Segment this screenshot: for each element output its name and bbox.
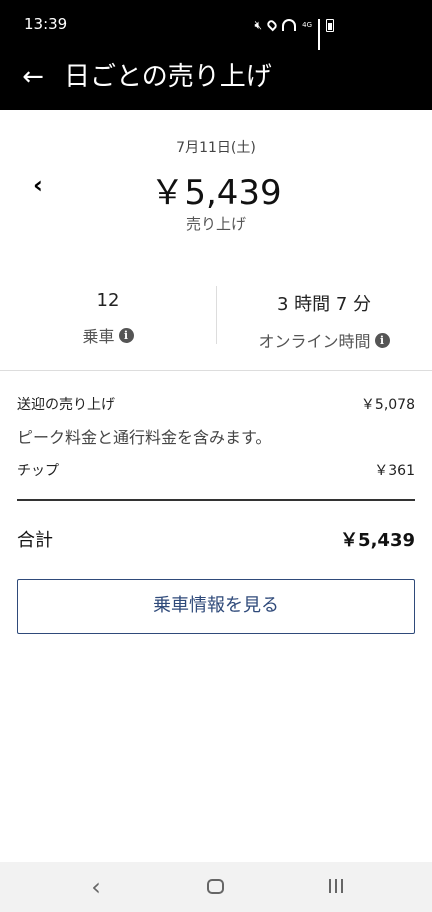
nav-back-icon[interactable]: ‹	[84, 872, 108, 902]
info-icon[interactable]: i	[374, 332, 390, 348]
page-title: 日ごとの売り上げ	[64, 62, 272, 92]
total-label: 合計	[17, 530, 53, 551]
fare-value: ￥5,078	[360, 397, 415, 413]
status-bar: 13:39 🔇︎ 4G	[0, 0, 432, 50]
signal-icon	[318, 19, 320, 50]
nav-recents-icon[interactable]	[329, 879, 343, 893]
status-icons: 🔇︎ 4G	[254, 17, 334, 50]
arrow-left-icon[interactable]: ←	[18, 62, 48, 92]
network-type-label: 4G	[302, 20, 312, 29]
online-time-stat: 3 時間 7 分 オンライン時間 i	[216, 290, 432, 352]
total-divider	[17, 499, 415, 501]
fare-label: 送迎の売り上げ	[17, 397, 115, 413]
trips-label: 乗車	[82, 327, 115, 346]
info-icon[interactable]: i	[118, 327, 134, 343]
total-value: ￥5,439	[340, 530, 415, 551]
tip-value: ￥361	[374, 463, 415, 479]
status-time: 13:39	[24, 15, 68, 33]
earnings-caption: 売り上げ	[185, 215, 246, 233]
nav-home-icon[interactable]	[207, 879, 224, 894]
wifi-icon	[282, 19, 297, 31]
tip-label: チップ	[17, 463, 59, 479]
location-icon	[265, 18, 279, 32]
trips-stat: 12 乗車 i	[0, 290, 216, 347]
online-time-label: オンライン時間	[258, 332, 371, 351]
fare-note: ピーク料金と通行料金を含みます。	[17, 428, 272, 447]
battery-icon	[326, 18, 334, 32]
view-trips-button[interactable]: 乗車情報を見る	[17, 579, 415, 634]
system-nav-bar: ‹	[0, 862, 432, 912]
trips-count: 12	[96, 290, 120, 311]
app-bar: ← 日ごとの売り上げ	[0, 50, 432, 110]
earnings-amount: ￥5,439	[150, 173, 282, 213]
online-time-value: 3 時間 7 分	[276, 294, 372, 315]
section-divider	[0, 370, 432, 371]
date-label: 7月11日(土)	[176, 140, 256, 156]
mute-icon: 🔇︎	[254, 17, 263, 32]
